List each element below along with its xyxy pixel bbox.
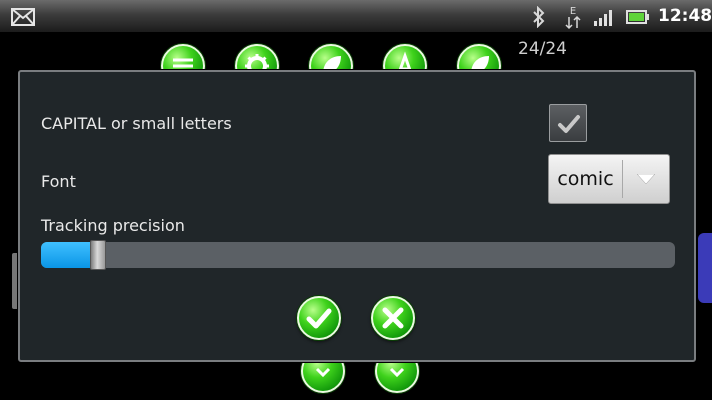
- clock: 12:48: [658, 6, 712, 26]
- tracking-label: Tracking precision: [41, 216, 185, 235]
- page-counter: 24/24: [518, 39, 567, 59]
- cancel-button[interactable]: [371, 296, 415, 340]
- bluetooth-icon: [532, 5, 546, 32]
- case-label: CAPITAL or small letters: [41, 114, 232, 133]
- dropdown-arrow-icon: [637, 174, 655, 184]
- font-spinner[interactable]: comic: [548, 154, 670, 204]
- checkmark-icon: [558, 115, 580, 133]
- status-bar: E 12:48: [0, 0, 712, 33]
- font-label: Font: [41, 172, 76, 191]
- right-edge-tab[interactable]: [698, 233, 712, 303]
- case-checkbox[interactable]: [549, 104, 587, 142]
- checkmark-icon: [306, 308, 332, 329]
- x-icon: [382, 307, 404, 329]
- font-value: comic: [557, 168, 614, 190]
- ok-button[interactable]: [297, 296, 341, 340]
- data-e-icon: E: [563, 4, 583, 34]
- seekbar-thumb[interactable]: [90, 240, 107, 270]
- settings-dialog: CAPITAL or small letters Font comic Trac…: [18, 70, 696, 362]
- svg-text:E: E: [570, 6, 576, 17]
- tracking-seekbar[interactable]: [41, 240, 675, 270]
- signal-icon: [594, 8, 616, 30]
- spinner-divider: [622, 160, 623, 198]
- battery-icon: [626, 9, 650, 28]
- mail-icon[interactable]: [11, 8, 35, 30]
